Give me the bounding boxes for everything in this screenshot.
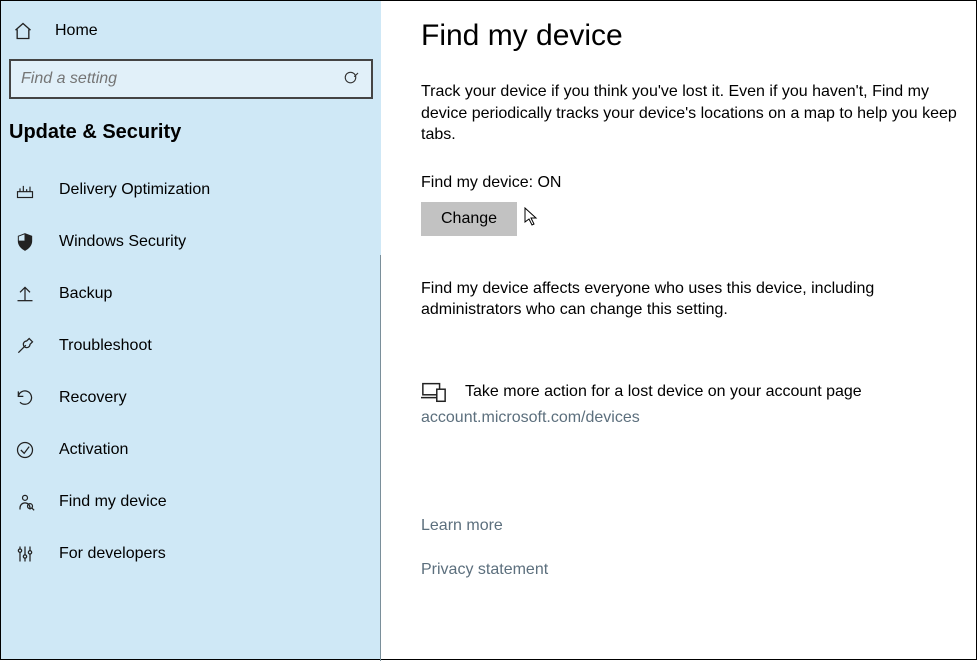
recovery-icon bbox=[13, 388, 37, 408]
sidebar-item-troubleshoot[interactable]: Troubleshoot bbox=[9, 320, 375, 372]
sidebar: Home Update & Security Deliver bbox=[1, 1, 381, 659]
cursor-icon bbox=[524, 207, 540, 227]
sidebar-item-backup[interactable]: Backup bbox=[9, 268, 375, 320]
search-icon bbox=[343, 70, 361, 88]
sidebar-item-delivery-optimization[interactable]: Delivery Optimization bbox=[9, 164, 375, 216]
nav-list: Delivery Optimization bbox=[9, 164, 375, 580]
sidebar-item-label: Find my device bbox=[59, 493, 167, 511]
search-input[interactable] bbox=[9, 59, 373, 99]
sidebar-item-home[interactable]: Home bbox=[9, 11, 375, 59]
status-value: ON bbox=[537, 174, 561, 191]
wrench-icon bbox=[13, 336, 37, 356]
sidebar-item-find-my-device[interactable]: Find my device bbox=[9, 476, 375, 528]
privacy-statement-link[interactable]: Privacy statement bbox=[421, 561, 964, 579]
sidebar-item-label: Activation bbox=[59, 441, 128, 459]
action-row: Take more action for a lost device on yo… bbox=[421, 381, 964, 403]
status-label: Find my device: bbox=[421, 174, 537, 191]
activation-icon bbox=[13, 440, 37, 460]
learn-more-link[interactable]: Learn more bbox=[421, 517, 964, 535]
main-content: Find my device Track your device if you … bbox=[381, 1, 976, 659]
sidebar-item-label: Recovery bbox=[59, 389, 127, 407]
sidebar-item-label: Troubleshoot bbox=[59, 337, 152, 355]
change-button[interactable]: Change bbox=[421, 202, 517, 236]
home-label: Home bbox=[55, 22, 98, 40]
sidebar-item-recovery[interactable]: Recovery bbox=[9, 372, 375, 424]
sidebar-item-label: Windows Security bbox=[59, 233, 186, 251]
account-devices-link[interactable]: account.microsoft.com/devices bbox=[421, 409, 964, 427]
status-line: Find my device: ON bbox=[421, 174, 964, 192]
home-icon bbox=[11, 21, 35, 41]
shield-icon bbox=[13, 232, 37, 252]
sidebar-item-for-developers[interactable]: For developers bbox=[9, 528, 375, 580]
category-heading: Update & Security bbox=[9, 121, 375, 164]
sidebar-item-windows-security[interactable]: Windows Security bbox=[9, 216, 375, 268]
action-text: Take more action for a lost device on yo… bbox=[465, 383, 862, 401]
search-field[interactable] bbox=[21, 70, 343, 88]
developers-icon bbox=[13, 544, 37, 564]
sidebar-item-label: For developers bbox=[59, 545, 166, 563]
delivery-optimization-icon bbox=[13, 180, 37, 200]
page-title: Find my device bbox=[421, 19, 964, 53]
intro-text: Track your device if you think you've lo… bbox=[421, 81, 961, 146]
sidebar-item-label: Delivery Optimization bbox=[59, 181, 210, 199]
sidebar-item-label: Backup bbox=[59, 285, 112, 303]
backup-icon bbox=[13, 284, 37, 304]
sidebar-item-activation[interactable]: Activation bbox=[9, 424, 375, 476]
affects-text: Find my device affects everyone who uses… bbox=[421, 278, 961, 321]
devices-icon bbox=[421, 381, 447, 403]
find-my-device-icon bbox=[13, 492, 37, 512]
